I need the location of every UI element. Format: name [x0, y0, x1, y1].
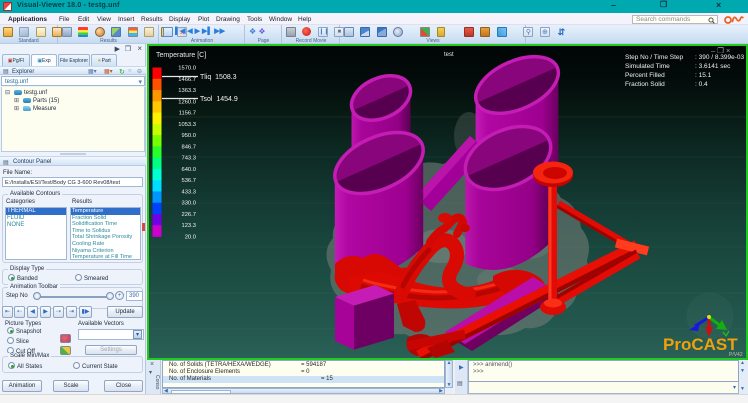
- svg-text:Step No / Time Step: Step No / Time Step: [625, 54, 684, 61]
- svg-text:Percent Filled: Percent Filled: [625, 72, 665, 79]
- svg-text:950.0: 950.0: [181, 133, 196, 139]
- svg-text:1570.0: 1570.0: [178, 66, 196, 72]
- svg-text:: 15.1: : 15.1: [695, 72, 712, 79]
- svg-text:123.3: 123.3: [181, 223, 196, 229]
- svg-text:ProCAST: ProCAST: [663, 335, 738, 354]
- svg-text:: 0.4: : 0.4: [695, 81, 708, 88]
- svg-text:: 390 / 8.399e-03: : 390 / 8.399e-03: [695, 54, 745, 61]
- svg-text:Simulated Time: Simulated Time: [625, 63, 670, 70]
- svg-text:1363.3: 1363.3: [178, 88, 196, 94]
- svg-text:1260.0: 1260.0: [178, 99, 196, 105]
- svg-text:433.3: 433.3: [181, 189, 196, 195]
- svg-text:20.0: 20.0: [185, 235, 196, 241]
- svg-text:1466.7: 1466.7: [178, 77, 196, 83]
- svg-text:Temperature [C]: Temperature [C]: [156, 52, 206, 59]
- svg-text:330.0: 330.0: [181, 201, 196, 207]
- svg-text:: 3.6141 sec: : 3.6141 sec: [695, 63, 731, 70]
- svg-text:test: test: [444, 52, 454, 58]
- svg-text:640.0: 640.0: [181, 167, 196, 173]
- svg-text:P/V42: P/V42: [729, 352, 743, 358]
- svg-text:536.7: 536.7: [181, 178, 196, 184]
- svg-text:Tliq 1508.3: Tliq 1508.3: [200, 74, 237, 81]
- svg-text:226.7: 226.7: [181, 212, 196, 218]
- svg-text:Fraction Solid: Fraction Solid: [625, 81, 665, 88]
- svg-text:743.3: 743.3: [181, 156, 196, 162]
- svg-text:1053.3: 1053.3: [178, 122, 196, 128]
- svg-text:– ❐ ×: – ❐ ×: [711, 46, 730, 55]
- svg-text:846.7: 846.7: [181, 144, 196, 150]
- svg-text:1156.7: 1156.7: [179, 111, 196, 117]
- svg-text:Tsol 1454.9: Tsol 1454.9: [200, 96, 238, 103]
